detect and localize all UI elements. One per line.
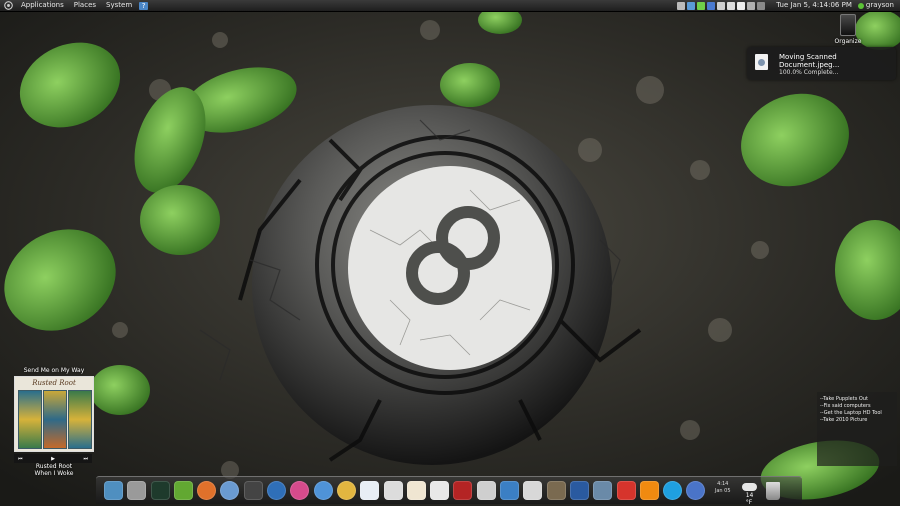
gnome-do-icon[interactable] bbox=[127, 481, 147, 500]
picasa-icon[interactable] bbox=[290, 481, 310, 500]
album-panel-right bbox=[68, 390, 92, 449]
mail-icon[interactable] bbox=[737, 1, 746, 10]
battery-icon[interactable] bbox=[747, 1, 756, 10]
desktop-icon-label: Organize bbox=[834, 38, 862, 45]
dock-clock[interactable]: 4:14 Jan 05 bbox=[710, 480, 736, 502]
system-monitor-icon[interactable] bbox=[150, 481, 170, 500]
panel-clock[interactable]: Tue Jan 5, 4:14:06 PM bbox=[776, 0, 852, 11]
drive-icon bbox=[840, 14, 856, 36]
vmware-icon[interactable] bbox=[593, 481, 613, 500]
empathy-icon[interactable] bbox=[686, 481, 706, 500]
text-editor-icon[interactable] bbox=[383, 481, 403, 500]
gnome-foot-icon[interactable] bbox=[4, 1, 13, 10]
top-panel: Applications Places System ? Tue Jan 5, … bbox=[0, 0, 900, 12]
places-menu[interactable]: Places bbox=[69, 0, 101, 11]
status-available-icon bbox=[857, 2, 864, 9]
file-transfer-notification[interactable]: Moving Scanned Document.jpeg... 100.0% C… bbox=[747, 47, 896, 80]
track-artist: Rusted Root bbox=[35, 463, 73, 470]
keyboard-icon[interactable] bbox=[569, 481, 589, 500]
notification-title: Moving Scanned Document.jpeg... bbox=[779, 53, 840, 69]
home-folder-icon[interactable] bbox=[104, 481, 123, 500]
previous-track-button[interactable]: ⏮ bbox=[18, 456, 23, 462]
weather-icon[interactable]: 14 °F bbox=[740, 481, 760, 506]
volume-icon[interactable] bbox=[727, 1, 736, 10]
trash-icon[interactable] bbox=[765, 481, 780, 500]
track-album: When I Woke bbox=[34, 470, 74, 477]
desktop-folder-organize[interactable]: Organize bbox=[828, 14, 868, 45]
google-chrome-icon[interactable] bbox=[336, 481, 356, 500]
chromium-icon[interactable] bbox=[313, 481, 333, 500]
todo-widget: --Take Pupplets Out --Fix said computers… bbox=[817, 392, 897, 466]
inkscape-icon[interactable] bbox=[523, 481, 543, 500]
play-button[interactable]: ▶ bbox=[51, 456, 55, 462]
writer-icon[interactable] bbox=[360, 481, 380, 500]
gimp-icon[interactable] bbox=[546, 481, 566, 500]
dock: 4:14 Jan 05 14 °F bbox=[96, 476, 802, 506]
scanner-icon[interactable] bbox=[500, 481, 520, 500]
user-menu[interactable]: grayson bbox=[866, 0, 894, 11]
power-icon[interactable] bbox=[757, 1, 766, 10]
help-icon[interactable]: ? bbox=[139, 1, 149, 10]
google-earth-icon[interactable] bbox=[267, 481, 287, 500]
dock-clock-date: Jan 05 bbox=[714, 487, 731, 494]
music-player-widget: Send Me on My Way Rusted Root ⏮ ▶ ⏭ Rust… bbox=[14, 367, 94, 477]
player-controls: ⏮ ▶ ⏭ bbox=[14, 454, 92, 463]
now-playing-song: Send Me on My Way bbox=[23, 367, 85, 374]
next-track-button[interactable]: ⏭ bbox=[83, 456, 88, 462]
thunderbird-icon[interactable] bbox=[220, 481, 240, 500]
vlc-icon[interactable] bbox=[639, 481, 659, 500]
network-icon[interactable] bbox=[677, 1, 686, 10]
album-art: Rusted Root bbox=[14, 376, 94, 452]
miro-icon[interactable] bbox=[616, 481, 636, 500]
wifi-icon[interactable] bbox=[717, 1, 726, 10]
todo-item: --Take 2010 Picture bbox=[820, 417, 868, 423]
weather-temperature: 14 °F bbox=[745, 492, 754, 506]
bluetooth-icon[interactable] bbox=[707, 1, 716, 10]
applications-menu[interactable]: Applications bbox=[16, 0, 69, 11]
todo-item: --Take Pupplets Out bbox=[820, 396, 868, 402]
calc-icon[interactable] bbox=[430, 481, 450, 500]
album-panel-center bbox=[43, 390, 67, 449]
todo-item: --Get the Laptop HD Tool bbox=[820, 410, 882, 416]
acrobat-icon[interactable] bbox=[453, 481, 473, 500]
album-panel-left bbox=[18, 390, 42, 449]
album-logo: Rusted Root bbox=[32, 379, 76, 387]
skype-icon[interactable] bbox=[663, 481, 683, 500]
todo-item: --Fix said computers bbox=[820, 403, 871, 409]
pidgin-icon[interactable] bbox=[243, 481, 263, 500]
terminal-icon[interactable] bbox=[173, 481, 193, 500]
image-file-icon bbox=[755, 54, 768, 70]
system-tray: Tue Jan 5, 4:14:06 PM grayson bbox=[676, 0, 900, 11]
dock-clock-time: 4:14 bbox=[717, 480, 729, 487]
system-menu[interactable]: System bbox=[101, 0, 137, 11]
messenger-icon[interactable] bbox=[697, 1, 706, 10]
impress-icon[interactable] bbox=[406, 481, 426, 500]
update-icon[interactable] bbox=[687, 1, 696, 10]
firefox-icon[interactable] bbox=[197, 481, 217, 500]
notification-body: 100.0% Complete... bbox=[779, 69, 839, 76]
image-viewer-icon[interactable] bbox=[476, 481, 496, 500]
